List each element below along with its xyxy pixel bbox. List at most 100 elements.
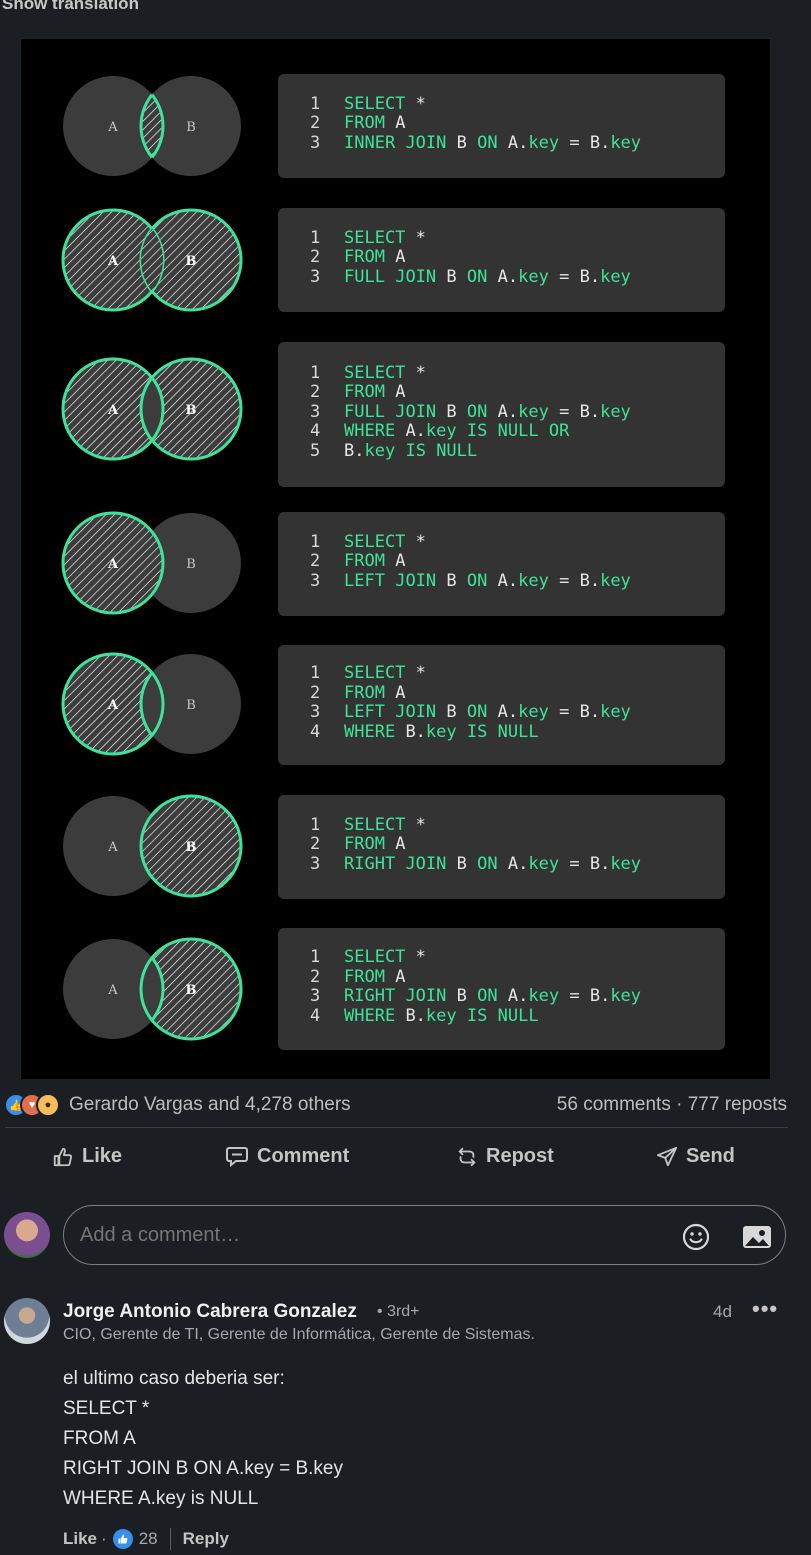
comment-composer (0, 1205, 811, 1269)
social-counts: 👍 ♥ ● Gerardo Vargas and 4,278 others 56… (0, 1088, 811, 1122)
post-actions: Like Comment Repost Send (0, 1145, 811, 1185)
separator-dot: · (101, 1529, 107, 1548)
send-icon (656, 1146, 678, 1166)
line-number: 2 (310, 966, 321, 987)
sql-code-block: 1 SELECT * 2 FROM A 3 RIGHT JOIN B ON A.key =… (278, 795, 725, 899)
line-number: 4 (310, 721, 321, 742)
code-text: B.key IS NULL (344, 440, 478, 461)
code-text: SELECT * (344, 93, 426, 114)
line-number: 2 (310, 682, 321, 703)
line-number: 1 (310, 947, 321, 967)
like-label: Like (82, 1145, 123, 1167)
code-text: SELECT * (344, 663, 426, 683)
like-button[interactable]: Like (52, 1145, 122, 1168)
venn-panel: AB (61, 652, 241, 756)
comment-author[interactable]: Jorge Antonio Cabrera Gonzalez (63, 1301, 357, 1323)
sql-code-block: 1 SELECT * 2 FROM A 3 INNER JOIN B ON A.key =… (278, 74, 725, 178)
set-b-label: B (186, 557, 196, 572)
code-text: SELECT * (344, 814, 426, 835)
reaction-icons[interactable]: 👍 ♥ ● (4, 1093, 64, 1117)
line-number: 1 (310, 663, 321, 683)
code-text: SELECT * (344, 947, 426, 967)
sql-joins-image: ABABABABABABAB 1 SELECT * 2 FROM A 3 INNER JO… (21, 39, 770, 1079)
code-text: FROM A (344, 682, 406, 703)
set-a-label: A (107, 983, 118, 998)
venn-panel: AB (61, 357, 243, 461)
send-button[interactable]: Send (656, 1145, 735, 1168)
line-number: 2 (310, 834, 321, 855)
code-text: FULL JOIN B ON A.key = B.key (344, 401, 631, 422)
author-headline: CIO, Gerente de TI, Gerente de Informáti… (63, 1326, 535, 1343)
comment-body: el ultimo caso deberia ser: SELECT * FRO… (63, 1368, 343, 1509)
code-text: INNER JOIN B ON A.key = B.key (344, 132, 642, 153)
sql-code-block: 1 SELECT * 2 FROM A 3 RIGHT JOIN B ON A.key =… (278, 928, 725, 1050)
line-number: 4 (310, 1005, 321, 1026)
venn-panel: AB (61, 511, 241, 615)
send-label: Send (686, 1145, 735, 1167)
line-number: 2 (310, 113, 321, 134)
set-b-label: B (186, 254, 197, 269)
line-number: 4 (310, 421, 321, 442)
avatar[interactable] (4, 1298, 50, 1344)
line-number: 2 (310, 551, 321, 572)
line-number: 3 (310, 986, 321, 1006)
avatar[interactable] (4, 1212, 50, 1258)
code-text: SELECT * (344, 362, 426, 383)
divider (5, 1127, 788, 1128)
code-text: FROM A (344, 113, 406, 134)
code-text: LEFT JOIN B ON A.key = B.key (344, 570, 631, 591)
connection-degree: • 3rd+ (377, 1303, 420, 1320)
thumbs-up-icon (53, 1147, 73, 1166)
set-a-label: A (107, 403, 119, 418)
reactors-text[interactable]: Gerardo Vargas and 4,278 others (69, 1094, 351, 1116)
sql-code-block: 1 SELECT * 2 FROM A 3 LEFT JOIN B ON A.key = … (278, 645, 725, 765)
line-number: 1 (310, 227, 321, 248)
comment-like-button[interactable]: Like (63, 1529, 97, 1549)
set-a-label: A (107, 840, 118, 855)
line-number: 3 (310, 702, 321, 722)
reply-button[interactable]: Reply (183, 1529, 229, 1549)
image-icon[interactable] (741, 1222, 773, 1252)
line-number: 3 (310, 401, 321, 422)
comment-like-count[interactable]: 28 (139, 1529, 158, 1549)
comment-input[interactable] (63, 1205, 786, 1265)
code-text: FROM A (344, 247, 406, 268)
line-number: 3 (310, 132, 321, 153)
line-number: 3 (310, 570, 321, 591)
show-translation-link[interactable]: Show translation (2, 0, 139, 14)
set-a-label: A (107, 254, 119, 269)
repost-icon (458, 1147, 476, 1166)
set-b-label: B (186, 983, 197, 998)
code-text: RIGHT JOIN B ON A.key = B.key (344, 853, 642, 874)
insightful-icon: ● (36, 1093, 60, 1117)
code-text: WHERE A.key IS NULL OR (344, 421, 570, 442)
code-text: WHERE B.key IS NULL (344, 1005, 539, 1026)
like-reaction-icon (112, 1529, 133, 1549)
code-text: FULL JOIN B ON A.key = B.key (344, 266, 631, 287)
line-number: 1 (310, 814, 321, 835)
line-number: 1 (310, 362, 321, 383)
code-text: WHERE B.key IS NULL (344, 721, 539, 742)
line-number: 3 (310, 266, 321, 287)
code-text: LEFT JOIN B ON A.key = B.key (344, 702, 631, 722)
repost-button[interactable]: Repost (456, 1145, 554, 1168)
comment-label: Comment (257, 1145, 350, 1167)
comment-footer: Like · 28 Reply (63, 1528, 229, 1550)
divider (169, 1528, 171, 1550)
code-text: SELECT * (344, 227, 426, 248)
repost-label: Repost (486, 1145, 554, 1167)
set-a-label: A (107, 557, 119, 572)
set-a-label: A (107, 120, 118, 135)
comment-button[interactable]: Comment (225, 1145, 349, 1168)
code-text: FROM A (344, 834, 406, 855)
emoji-icon[interactable] (681, 1222, 711, 1252)
line-number: 2 (310, 382, 321, 403)
code-text: FROM A (344, 966, 406, 987)
set-b-label: B (186, 120, 196, 135)
sql-code-block: 1 SELECT * 2 FROM A 3 FULL JOIN B ON A.key = … (278, 342, 725, 487)
comments-reposts-count[interactable]: 56 comments · 777 reposts (557, 1094, 787, 1116)
comment-icon (226, 1146, 248, 1167)
code-text: SELECT * (344, 531, 426, 552)
line-number: 2 (310, 247, 321, 268)
more-options-icon[interactable]: ••• (752, 1296, 778, 1322)
